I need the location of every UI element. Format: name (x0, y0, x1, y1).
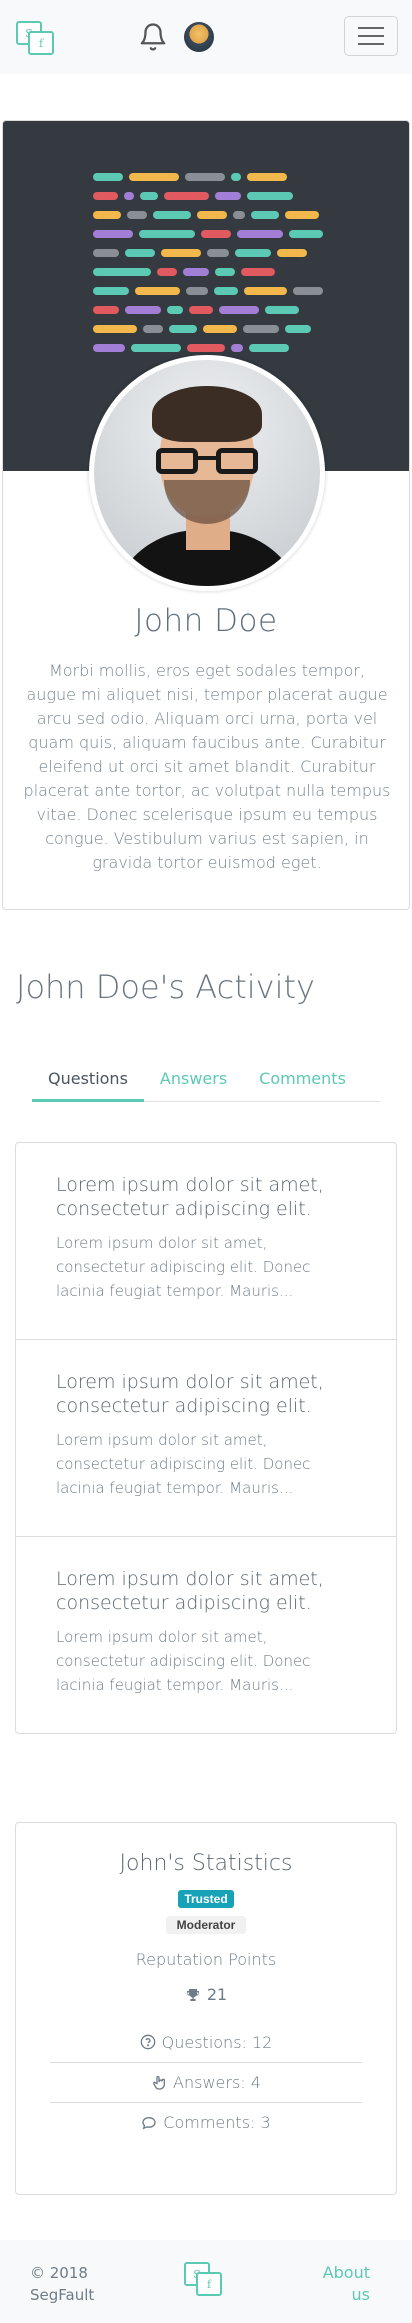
reputation-label: Reputation Points (135, 1950, 277, 1969)
about-us-link[interactable]: About us (310, 2262, 370, 2306)
tab-answers[interactable]: Answers (144, 1062, 243, 1102)
statistics-title: John's Statistics (119, 1851, 293, 1876)
footer-logo[interactable]: S f (182, 2260, 228, 2304)
segfault-logo[interactable]: S f (14, 19, 54, 55)
profile-avatar (89, 355, 325, 591)
question-title[interactable]: Lorem ipsum dolor sit amet, consectetur … (56, 1173, 356, 1221)
avatar-glasses (156, 448, 258, 474)
stat-comments: Comments: 3 (50, 2102, 362, 2142)
question-title[interactable]: Lorem ipsum dolor sit amet, consectetur … (56, 1370, 356, 1418)
profile-bio: Morbi mollis, eros eget sodales tempor, … (23, 661, 391, 872)
menu-toggle-button[interactable] (344, 16, 398, 56)
stat-questions-label: Questions: 12 (161, 2032, 273, 2052)
stat-answers-label: Answers: 4 (173, 2073, 261, 2092)
profile-name: John Doe (134, 603, 278, 639)
moderator-badge: Moderator (166, 1916, 246, 1934)
question-excerpt: Lorem ipsum dolor sit amet, consectetur … (56, 1628, 311, 1694)
comment-icon (142, 2116, 156, 2130)
reputation-value: 21 (16, 1985, 396, 2004)
stat-questions: Questions: 12 (50, 2022, 362, 2062)
question-list: Lorem ipsum dolor sit amet, consectetur … (15, 1142, 397, 1734)
stat-answers: Answers: 4 (50, 2062, 362, 2102)
trophy-icon (186, 1988, 199, 2001)
profile-card: John Doe Morbi mollis, eros eget sodales… (2, 120, 410, 910)
nav-actions (138, 22, 214, 52)
statistics-card: John's Statistics Trusted Moderator Repu… (15, 1822, 397, 2195)
activity-title: John Doe's Activity (16, 968, 315, 1006)
activity-tabs: Questions Answers Comments (32, 1062, 380, 1102)
navbar: S f (0, 0, 412, 74)
reputation-number: 21 (206, 1985, 228, 2004)
bell-icon[interactable] (138, 22, 168, 52)
avatar-beard (164, 480, 250, 524)
logo-letter-f: f (196, 2272, 222, 2296)
question-circle-icon (140, 2034, 155, 2050)
logo-letter-f: f (28, 31, 54, 55)
footer: © 2018 SegFault S f About us (0, 2240, 412, 2323)
user-avatar[interactable] (184, 22, 214, 52)
hamburger-icon-line (358, 27, 384, 29)
hamburger-icon-line (358, 35, 384, 37)
tab-questions[interactable]: Questions (32, 1062, 144, 1102)
stat-comments-label: Comments: 3 (163, 2113, 271, 2132)
copyright-text: © 2018 SegFault (30, 2264, 95, 2304)
tab-comments[interactable]: Comments (243, 1062, 362, 1102)
list-item[interactable]: Lorem ipsum dolor sit amet, consectetur … (16, 1340, 396, 1537)
hamburger-icon-line (358, 43, 384, 45)
question-title[interactable]: Lorem ipsum dolor sit amet, consectetur … (56, 1567, 356, 1615)
avatar-hair (152, 386, 262, 442)
code-illustration (93, 173, 323, 363)
hand-pointer-icon (153, 2075, 166, 2090)
list-item[interactable]: Lorem ipsum dolor sit amet, consectetur … (16, 1143, 396, 1340)
question-excerpt: Lorem ipsum dolor sit amet, consectetur … (56, 1431, 311, 1497)
trusted-badge: Trusted (178, 1890, 234, 1908)
question-excerpt: Lorem ipsum dolor sit amet, consectetur … (56, 1234, 311, 1300)
list-item[interactable]: Lorem ipsum dolor sit amet, consectetur … (16, 1537, 396, 1734)
